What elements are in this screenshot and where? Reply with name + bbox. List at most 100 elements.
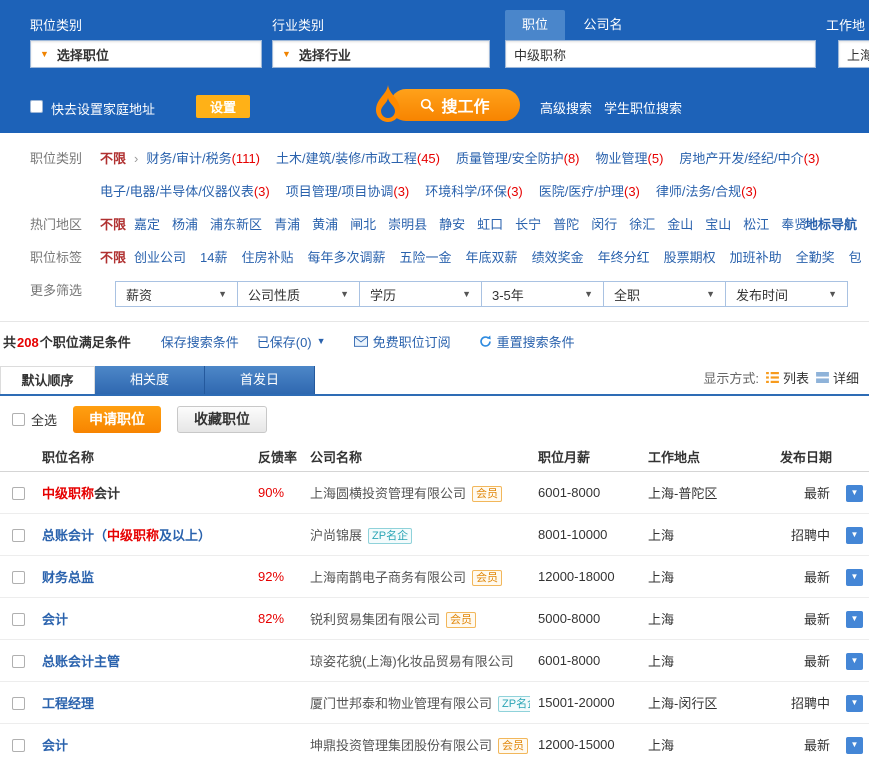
- keyword-tab-position[interactable]: 职位: [505, 10, 565, 40]
- job-category-any[interactable]: 不限: [100, 151, 126, 166]
- job-tag-link[interactable]: 绩效奖金: [532, 250, 584, 265]
- student-search-link[interactable]: 学生职位搜索: [604, 98, 682, 117]
- job-category-link[interactable]: 律师/法务/合规(3): [656, 184, 757, 199]
- job-category-link[interactable]: 项目管理/项目协调(3): [286, 184, 410, 199]
- job-category-link[interactable]: 医院/医疗/护理(3): [539, 184, 640, 199]
- settings-button[interactable]: 设置: [196, 95, 250, 118]
- saved-searches-link[interactable]: 已保存(0) ▼: [257, 332, 326, 351]
- home-address-checkbox[interactable]: [30, 100, 43, 113]
- row-checkbox[interactable]: [12, 697, 25, 711]
- keyword-tab-company[interactable]: 公司名: [573, 10, 633, 40]
- filter-select[interactable]: 全职 ▼: [603, 281, 726, 307]
- filter-select[interactable]: 薪资 ▼: [115, 281, 238, 307]
- hot-area-link[interactable]: 闵行: [591, 217, 617, 232]
- job-title-link[interactable]: 财务总监: [42, 570, 94, 585]
- job-tag-link[interactable]: 股票期权: [664, 250, 716, 265]
- sort-tab-0[interactable]: 默认顺序: [0, 366, 95, 394]
- row-dropdown-button[interactable]: ▼: [846, 526, 863, 544]
- job-select-dropdown[interactable]: ▼ 选择职位: [30, 40, 262, 68]
- sort-tab-1[interactable]: 相关度: [95, 366, 205, 394]
- row-dropdown-button[interactable]: ▼: [846, 652, 863, 670]
- job-tag-link[interactable]: 加班补助: [730, 250, 782, 265]
- row-dropdown-button[interactable]: ▼: [846, 736, 863, 754]
- job-category-link[interactable]: 质量管理/安全防护(8): [456, 151, 580, 166]
- industry-select-dropdown[interactable]: ▼ 选择行业: [272, 40, 490, 68]
- hot-area-link[interactable]: 长宁: [515, 217, 541, 232]
- hot-area-link[interactable]: 浦东新区: [210, 217, 262, 232]
- job-category-link[interactable]: 物业管理(5): [596, 151, 664, 166]
- job-category-link[interactable]: 土木/建筑/装修/市政工程(45): [276, 151, 440, 166]
- job-tag-link[interactable]: 年终分红: [598, 250, 650, 265]
- row-checkbox[interactable]: [12, 655, 25, 669]
- filter-select[interactable]: 3-5年 ▼: [481, 281, 604, 307]
- row-dropdown-button[interactable]: ▼: [846, 484, 863, 502]
- hot-area-link[interactable]: 闸北: [350, 217, 376, 232]
- favorite-jobs-button[interactable]: 收藏职位: [177, 405, 268, 433]
- apply-jobs-button[interactable]: 申请职位: [73, 405, 162, 433]
- search-jobs-button[interactable]: 搜工作: [390, 89, 520, 121]
- row-checkbox[interactable]: [12, 739, 25, 753]
- company-name-link[interactable]: 厦门世邦泰和物业管理有限公司: [310, 696, 492, 711]
- job-category-link[interactable]: 财务/审计/税务(111): [146, 151, 260, 166]
- job-subscribe-link[interactable]: 免费职位订阅: [353, 332, 451, 351]
- hot-area-link[interactable]: 宝山: [705, 217, 731, 232]
- job-tag-link[interactable]: 包: [849, 250, 861, 265]
- job-title-link[interactable]: 总账会计主管: [42, 654, 120, 669]
- filter-select[interactable]: 公司性质 ▼: [237, 281, 360, 307]
- filter-select[interactable]: 发布时间 ▼: [725, 281, 848, 307]
- filter-select[interactable]: 学历 ▼: [359, 281, 482, 307]
- company-name-link[interactable]: 坤鼎投资管理集团股份有限公司: [310, 738, 492, 753]
- hot-area-link[interactable]: 杨浦: [172, 217, 198, 232]
- hot-area-link[interactable]: 普陀: [553, 217, 579, 232]
- row-dropdown-button[interactable]: ▼: [846, 610, 863, 628]
- job-tag-link[interactable]: 年底双薪: [466, 250, 518, 265]
- select-all-checkbox[interactable]: [12, 412, 25, 426]
- job-tag-link[interactable]: 14薪: [200, 250, 227, 265]
- hot-area-link[interactable]: 黄浦: [312, 217, 338, 232]
- job-tag-link[interactable]: 全勤奖: [796, 250, 835, 265]
- job-tag-link[interactable]: 创业公司: [134, 250, 186, 265]
- job-tag-link[interactable]: 住房补贴: [242, 250, 294, 265]
- display-list-option[interactable]: 列表: [766, 368, 809, 387]
- row-dropdown-button[interactable]: ▼: [846, 694, 863, 712]
- hot-area-link[interactable]: 金山: [667, 217, 693, 232]
- display-detail-option[interactable]: 详细: [816, 368, 859, 387]
- hot-area-link[interactable]: 徐汇: [629, 217, 655, 232]
- job-category-link[interactable]: 房地产开发/经纪/中介(3): [679, 151, 819, 166]
- hot-area-any[interactable]: 不限: [100, 217, 126, 232]
- job-title-link[interactable]: 工程经理: [42, 696, 94, 711]
- company-name-link[interactable]: 上海南鹊电子商务有限公司: [310, 570, 466, 585]
- hot-area-link[interactable]: 静安: [439, 217, 465, 232]
- reset-search-link[interactable]: 重置搜索条件: [479, 332, 575, 351]
- job-category-link[interactable]: 环境科学/环保(3): [425, 184, 523, 199]
- keyword-input[interactable]: [505, 40, 816, 68]
- row-checkbox[interactable]: [12, 613, 25, 627]
- hot-area-link[interactable]: 虹口: [477, 217, 503, 232]
- job-title-link[interactable]: 中级职称会计: [42, 486, 120, 501]
- row-checkbox[interactable]: [12, 571, 25, 585]
- job-title-link[interactable]: 会计: [42, 738, 68, 753]
- job-tag-link[interactable]: 每年多次调薪: [308, 250, 386, 265]
- table-row: 财务总监 92% 上海南鹊电子商务有限公司 会员 12000-18000 上海 最新 ▼: [0, 556, 869, 598]
- job-title-link[interactable]: 总账会计（中级职称及以上）: [42, 528, 211, 543]
- hot-area-link[interactable]: 松江: [743, 217, 769, 232]
- company-name-link[interactable]: 上海圆横投资管理有限公司: [310, 486, 466, 501]
- hot-area-link[interactable]: 青浦: [274, 217, 300, 232]
- hot-area-link[interactable]: 嘉定: [134, 217, 160, 232]
- save-search-link[interactable]: 保存搜索条件: [161, 332, 239, 351]
- row-checkbox[interactable]: [12, 487, 25, 501]
- hot-area-link[interactable]: 奉贤: [781, 217, 807, 232]
- job-category-link[interactable]: 电子/电器/半导体/仪器仪表(3): [100, 184, 270, 199]
- company-name-link[interactable]: 琼姿花貌(上海)化妆品贸易有限公司: [310, 654, 514, 669]
- row-dropdown-button[interactable]: ▼: [846, 568, 863, 586]
- job-tags-any[interactable]: 不限: [100, 250, 126, 265]
- job-tag-link[interactable]: 五险一金: [400, 250, 452, 265]
- advanced-search-link[interactable]: 高级搜索: [540, 98, 592, 117]
- hot-area-link[interactable]: 崇明县: [388, 217, 427, 232]
- company-name-link[interactable]: 锐利贸易集团有限公司: [310, 612, 440, 627]
- sort-tab-2[interactable]: 首发日: [205, 366, 315, 394]
- row-checkbox[interactable]: [12, 529, 25, 543]
- company-name-link[interactable]: 沪尚锦展: [310, 528, 362, 543]
- job-title-link[interactable]: 会计: [42, 612, 68, 627]
- location-input[interactable]: [838, 40, 869, 68]
